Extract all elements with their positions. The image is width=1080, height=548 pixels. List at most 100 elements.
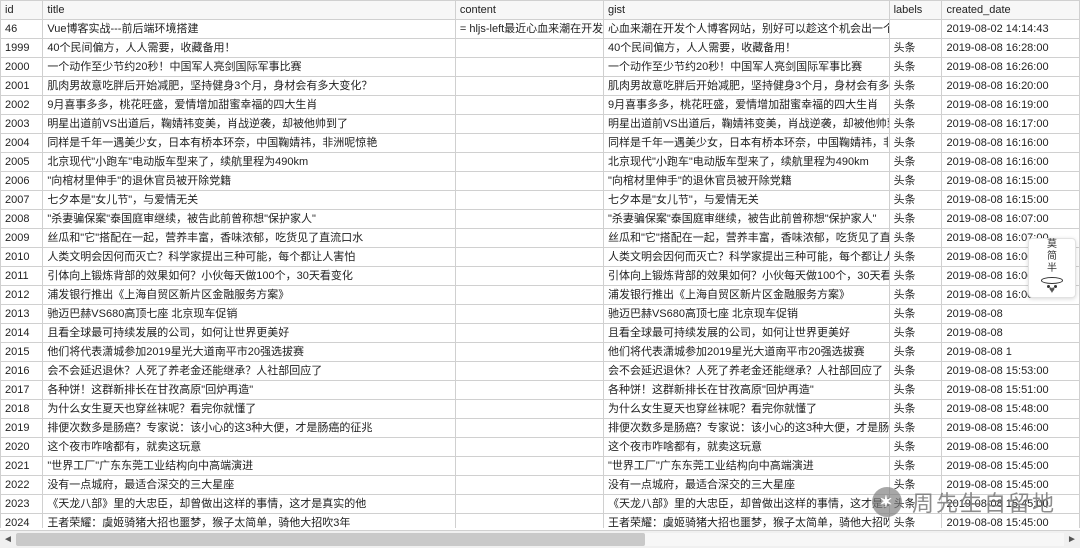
created-cell[interactable]: 2019-08-08 15:51:00 — [942, 381, 1080, 400]
id-cell[interactable]: 2003 — [1, 115, 43, 134]
id-cell[interactable]: 2008 — [1, 210, 43, 229]
id-cell[interactable]: 2007 — [1, 191, 43, 210]
scroll-left-arrow[interactable]: ◄ — [0, 531, 16, 548]
labels-cell[interactable]: 头条 — [889, 400, 942, 419]
table-row[interactable]: 20029月喜事多多，桃花旺盛，爱情增加甜蜜幸福的四大生肖9月喜事多多，桃花旺盛… — [1, 96, 1080, 115]
title-cell[interactable]: 一个动作至少节约20秒！中国军人亮剑国际军事比赛 — [43, 58, 456, 77]
created-cell[interactable]: 2019-08-08 15:45:00 — [942, 476, 1080, 495]
gist-cell[interactable]: "世界工厂"广东东莞工业结构向中高端演进 — [603, 457, 889, 476]
gist-cell[interactable]: 引体向上锻炼背部的效果如何？小伙每天做100个，30天看变化 — [603, 267, 889, 286]
title-cell[interactable]: 排便次数多是肠癌？专家说：该小心的这3种大便，才是肠癌的征兆 — [43, 419, 456, 438]
title-cell[interactable]: 七夕本是"女儿节"，与爱情无关 — [43, 191, 456, 210]
labels-cell[interactable]: 头条 — [889, 495, 942, 514]
title-cell[interactable]: "世界工厂"广东东莞工业结构向中高端演进 — [43, 457, 456, 476]
title-cell[interactable]: 会不会延迟退休？人死了养老金还能继承？人社部回应了 — [43, 362, 456, 381]
table-row[interactable]: 2015他们将代表潇城参加2019星光大道南平市20强选拔赛他们将代表潇城参加2… — [1, 343, 1080, 362]
title-cell[interactable]: "杀妻骗保案"泰国庭审继续，被告此前曾称想"保护家人" — [43, 210, 456, 229]
gist-cell[interactable]: 9月喜事多多，桃花旺盛，爱情增加甜蜜幸福的四大生肖 — [603, 96, 889, 115]
table-row[interactable]: 2016会不会延迟退休？人死了养老金还能继承？人社部回应了会不会延迟退休？人死了… — [1, 362, 1080, 381]
gist-cell[interactable]: 浦发银行推出《上海自贸区新片区金融服务方案》 — [603, 286, 889, 305]
title-cell[interactable]: 丝瓜和"它"搭配在一起，营养丰富，香味浓郁，吃货见了直流口水 — [43, 229, 456, 248]
id-cell[interactable]: 2005 — [1, 153, 43, 172]
content-cell[interactable] — [455, 438, 603, 457]
gist-cell[interactable]: 且看全球最可持续发展的公司，如何让世界更美好 — [603, 324, 889, 343]
table-row[interactable]: 2013驰迈巴赫VS680高顶七座 北京现车促销驰迈巴赫VS680高顶七座 北京… — [1, 305, 1080, 324]
labels-cell[interactable]: 头条 — [889, 419, 942, 438]
col-id[interactable]: id — [1, 1, 43, 20]
labels-cell[interactable]: 头条 — [889, 58, 942, 77]
table-row[interactable]: 2006"向棺材里伸手"的退休官员被开除党籍"向棺材里伸手"的退休官员被开除党籍… — [1, 172, 1080, 191]
content-cell[interactable] — [455, 77, 603, 96]
id-cell[interactable]: 2016 — [1, 362, 43, 381]
id-cell[interactable]: 2012 — [1, 286, 43, 305]
labels-cell[interactable]: 头条 — [889, 286, 942, 305]
title-cell[interactable]: 为什么女生夏天也穿丝袜呢？看完你就懂了 — [43, 400, 456, 419]
gist-cell[interactable]: 《天龙八部》里的大忠臣，却曾做出这样的事情，这才是真实的他 — [603, 495, 889, 514]
table-row[interactable]: 2022没有一点城府，最适合深交的三大星座没有一点城府，最适合深交的三大星座头条… — [1, 476, 1080, 495]
id-cell[interactable]: 2006 — [1, 172, 43, 191]
labels-cell[interactable]: 头条 — [889, 457, 942, 476]
labels-cell[interactable]: 头条 — [889, 476, 942, 495]
data-grid[interactable]: id title content gist labels created_dat… — [0, 0, 1080, 528]
table-row[interactable]: 2003明星出道前VS出道后，鞠婧祎变美，肖战逆袭，却被他帅到了明星出道前VS出… — [1, 115, 1080, 134]
labels-cell[interactable]: 头条 — [889, 153, 942, 172]
labels-cell[interactable]: 头条 — [889, 39, 942, 58]
col-gist[interactable]: gist — [603, 1, 889, 20]
gist-cell[interactable]: 人类文明会因何而灭亡？科学家提出三种可能，每个都让人害怕 — [603, 248, 889, 267]
created-cell[interactable]: 2019-08-08 16:26:00 — [942, 58, 1080, 77]
table-row[interactable]: 2017各种饼！这群新排长在甘孜高原"回炉再造"各种饼！这群新排长在甘孜高原"回… — [1, 381, 1080, 400]
table-row[interactable]: 2024王者荣耀：虞姬骑猪大招也噩梦，猴子太简单，骑他大招吹3年王者荣耀：虞姬骑… — [1, 514, 1080, 529]
title-cell[interactable]: 他们将代表潇城参加2019星光大道南平市20强选拔赛 — [43, 343, 456, 362]
table-row[interactable]: 2023《天龙八部》里的大忠臣，却曾做出这样的事情，这才是真实的他《天龙八部》里… — [1, 495, 1080, 514]
id-cell[interactable]: 2015 — [1, 343, 43, 362]
gist-cell[interactable]: 为什么女生夏天也穿丝袜呢？看完你就懂了 — [603, 400, 889, 419]
id-cell[interactable]: 2013 — [1, 305, 43, 324]
id-cell[interactable]: 2004 — [1, 134, 43, 153]
table-row[interactable]: 46Vue博客实战---前后端环境搭建= hljs-left最近心血来潮在开发个… — [1, 20, 1080, 39]
created-cell[interactable]: 2019-08-08 16:28:00 — [942, 39, 1080, 58]
gist-cell[interactable]: 北京现代"小跑车"电动版车型来了，续航里程为490km — [603, 153, 889, 172]
labels-cell[interactable]: 头条 — [889, 362, 942, 381]
title-cell[interactable]: Vue博客实战---前后端环境搭建 — [43, 20, 456, 39]
title-cell[interactable]: "向棺材里伸手"的退休官员被开除党籍 — [43, 172, 456, 191]
id-cell[interactable]: 2011 — [1, 267, 43, 286]
content-cell[interactable] — [455, 400, 603, 419]
id-cell[interactable]: 2009 — [1, 229, 43, 248]
gist-cell[interactable]: 肌肉男故意吃胖后开始减肥，坚持健身3个月，身材会有多大变化？ — [603, 77, 889, 96]
content-cell[interactable] — [455, 248, 603, 267]
gist-cell[interactable]: 没有一点城府，最适合深交的三大星座 — [603, 476, 889, 495]
content-cell[interactable] — [455, 495, 603, 514]
table-row[interactable]: 2008"杀妻骗保案"泰国庭审继续，被告此前曾称想"保护家人""杀妻骗保案"泰国… — [1, 210, 1080, 229]
content-cell[interactable] — [455, 286, 603, 305]
created-cell[interactable]: 2019-08-08 15:45:00 — [942, 457, 1080, 476]
labels-cell[interactable]: 头条 — [889, 172, 942, 191]
labels-cell[interactable]: 头条 — [889, 305, 942, 324]
created-cell[interactable]: 2019-08-08 15:46:00 — [942, 419, 1080, 438]
labels-cell[interactable]: 头条 — [889, 324, 942, 343]
gist-cell[interactable]: 丝瓜和"它"搭配在一起，营养丰富，香味浓郁，吃货见了直流口水 — [603, 229, 889, 248]
gist-cell[interactable]: 排便次数多是肠癌？专家说：该小心的这3种大便，才是肠癌的征兆 — [603, 419, 889, 438]
gist-cell[interactable]: 王者荣耀：虞姬骑猪大招也噩梦，猴子太简单，骑他大招吹3年 — [603, 514, 889, 529]
horizontal-scrollbar[interactable]: ◄ ► — [0, 530, 1080, 548]
created-cell[interactable]: 2019-08-08 16:19:00 — [942, 96, 1080, 115]
labels-cell[interactable] — [889, 20, 942, 39]
title-cell[interactable]: 引体向上锻炼背部的效果如何？小伙每天做100个，30天看变化 — [43, 267, 456, 286]
content-cell[interactable] — [455, 514, 603, 529]
content-cell[interactable] — [455, 134, 603, 153]
gist-cell[interactable]: 心血来潮在开发个人博客网站，别好可以趁这个机会出一个系列文 随笔 — [603, 20, 889, 39]
title-cell[interactable]: 明星出道前VS出道后，鞠婧祎变美，肖战逆袭，却被他帅到了 — [43, 115, 456, 134]
content-cell[interactable] — [455, 457, 603, 476]
table-row[interactable]: 2001肌肉男故意吃胖后开始减肥，坚持健身3个月，身材会有多大变化？肌肉男故意吃… — [1, 77, 1080, 96]
title-cell[interactable]: 这个夜市咋啥都有，就卖这玩意 — [43, 438, 456, 457]
labels-cell[interactable]: 头条 — [889, 267, 942, 286]
content-cell[interactable] — [455, 476, 603, 495]
title-cell[interactable]: 肌肉男故意吃胖后开始减肥，坚持健身3个月，身材会有多大变化？ — [43, 77, 456, 96]
scroll-track[interactable] — [16, 533, 1064, 546]
gist-cell[interactable]: "向棺材里伸手"的退休官员被开除党籍 — [603, 172, 889, 191]
labels-cell[interactable]: 头条 — [889, 438, 942, 457]
content-cell[interactable] — [455, 362, 603, 381]
labels-cell[interactable]: 头条 — [889, 229, 942, 248]
id-cell[interactable]: 2017 — [1, 381, 43, 400]
gist-cell[interactable]: 各种饼！这群新排长在甘孜高原"回炉再造" — [603, 381, 889, 400]
id-cell[interactable]: 2019 — [1, 419, 43, 438]
